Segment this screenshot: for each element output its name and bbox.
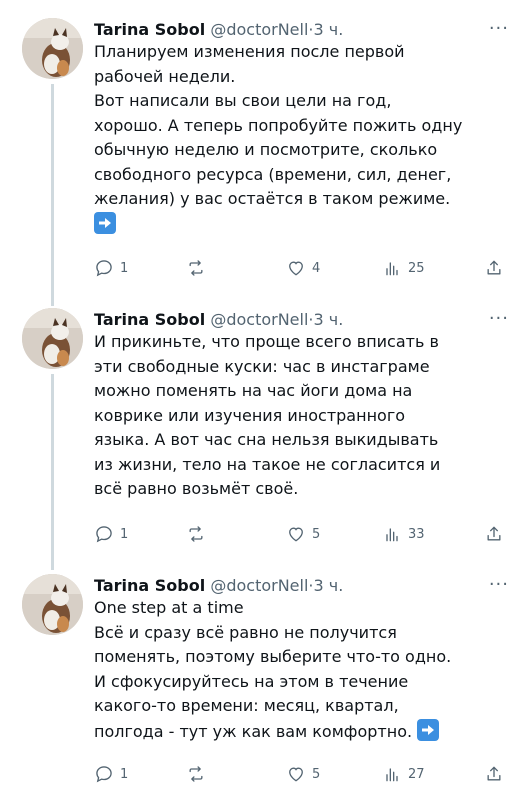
views-chart-icon: [386, 528, 398, 542]
reply-button[interactable]: 1: [94, 256, 128, 280]
share-icon: [487, 766, 501, 781]
text-line: [94, 211, 514, 238]
reply-icon: [96, 260, 112, 277]
retweet-button[interactable]: [186, 762, 212, 786]
text-line: можно поменять на час йоги дома на: [94, 381, 413, 400]
heart-icon: [289, 527, 303, 542]
text-line: хорошо. А теперь попробуйте пожить одну: [94, 115, 463, 135]
tweet-header: Tarina Sobol @doctorNell·3 ч.: [94, 574, 343, 598]
share-icon: [487, 526, 501, 541]
like-count: 5: [312, 766, 321, 782]
reply-button[interactable]: 1: [94, 522, 128, 546]
author-handle[interactable]: @doctorNell: [210, 310, 308, 329]
share-icon: [487, 260, 501, 275]
views-button[interactable]: 27: [382, 762, 425, 786]
views-chart-icon: [386, 768, 398, 782]
thread-feed: Tarina Sobol @doctorNell·3 ч. ··· Планир…: [0, 0, 531, 800]
retweet-icon: [189, 766, 203, 782]
text-line: поменять, поэтому выберите что-то одно.: [94, 647, 452, 666]
views-count: 27: [408, 766, 425, 782]
share-button[interactable]: [484, 256, 504, 280]
heart-icon: [289, 767, 303, 782]
text-line: обычную неделю и посмотрите, сколько: [94, 140, 438, 159]
more-options-button[interactable]: ···: [489, 576, 509, 594]
action-bar: 1 5 33: [94, 522, 508, 546]
views-chart-icon: [386, 262, 398, 276]
text-line: Планируем изменения после первой: [94, 42, 405, 61]
text-line: из жизни, тело на такое не согласится и: [94, 454, 441, 474]
right-arrow-emoji: [94, 211, 116, 234]
retweet-icon: [189, 260, 203, 276]
retweet-button[interactable]: [186, 522, 212, 546]
like-button[interactable]: 4: [286, 256, 320, 280]
text-line-content: полгода - тут уж как вам комфортно.: [94, 721, 413, 741]
views-count: 33: [408, 526, 425, 542]
tweet-text: One step at a time Всё и сразу всё равно…: [94, 596, 514, 744]
avatar[interactable]: [22, 308, 83, 369]
text-line: One step at a time: [94, 598, 244, 617]
retweet-button[interactable]: [186, 256, 212, 280]
like-count: 5: [312, 526, 321, 542]
avatar[interactable]: [22, 18, 83, 79]
text-line: какого-то времени: месяц, квартал,: [94, 696, 399, 715]
more-options-button[interactable]: ···: [489, 310, 509, 328]
share-button[interactable]: [484, 762, 504, 786]
text-line: И прикиньте, что проще всего вписать в: [94, 332, 439, 351]
reply-count: 1: [120, 526, 129, 542]
reply-icon: [96, 526, 112, 543]
text-line: свободного ресурса (времени, сил, денег,: [94, 164, 452, 184]
text-line: эти свободные куски: час в инстаграме: [94, 356, 430, 376]
right-arrow-emoji: [417, 718, 440, 741]
author-name[interactable]: Tarina Sobol: [94, 310, 205, 329]
author-name[interactable]: Tarina Sobol: [94, 576, 205, 595]
timestamp[interactable]: 3 ч.: [314, 20, 344, 39]
tweet-header: Tarina Sobol @doctorNell·3 ч.: [94, 18, 343, 42]
tweet[interactable]: Tarina Sobol @doctorNell·3 ч. ··· И прик…: [0, 308, 531, 560]
timestamp[interactable]: 3 ч.: [314, 576, 344, 595]
like-button[interactable]: 5: [286, 762, 320, 786]
retweet-icon: [189, 526, 203, 542]
text-line: всё равно возьмёт своё.: [94, 479, 299, 498]
reply-button[interactable]: 1: [94, 762, 128, 786]
tweet[interactable]: Tarina Sobol @doctorNell·3 ч. ··· Планир…: [0, 18, 531, 298]
cat-photo-icon: [22, 574, 83, 635]
tweet-text: Планируем изменения после первой рабочей…: [94, 40, 514, 237]
action-bar: 1 4 25: [94, 256, 508, 280]
text-line: желания) у вас остаётся в таком режиме.: [94, 189, 451, 208]
reply-count: 1: [120, 260, 129, 276]
cat-photo-icon: [22, 18, 83, 79]
text-line: языка. А вот час сна нельзя выкидывать: [94, 430, 439, 449]
tweet-header: Tarina Sobol @doctorNell·3 ч.: [94, 308, 343, 332]
reply-icon: [96, 766, 112, 783]
text-line: Всё и сразу всё равно не получится: [94, 622, 397, 642]
avatar[interactable]: [22, 574, 83, 635]
timestamp[interactable]: 3 ч.: [314, 310, 344, 329]
views-button[interactable]: 33: [382, 522, 425, 546]
author-handle[interactable]: @doctorNell: [210, 576, 308, 595]
text-line: И сфокусируйтесь на этом в течение: [94, 671, 409, 691]
action-bar: 1 5 27: [94, 762, 508, 786]
views-button[interactable]: 25: [382, 256, 425, 280]
views-count: 25: [408, 260, 425, 276]
text-line: полгода - тут уж как вам комфортно.: [94, 718, 514, 745]
text-line: рабочей недели.: [94, 66, 236, 86]
tweet[interactable]: Tarina Sobol @doctorNell·3 ч. ··· One st…: [0, 574, 531, 800]
tweet-text: И прикиньте, что проще всего вписать в э…: [94, 330, 514, 502]
share-button[interactable]: [484, 522, 504, 546]
reply-count: 1: [120, 766, 129, 782]
cat-photo-icon: [22, 308, 83, 369]
like-count: 4: [312, 260, 321, 276]
author-name[interactable]: Tarina Sobol: [94, 20, 205, 39]
text-line: Вот написали вы свои цели на год,: [94, 91, 392, 110]
author-handle[interactable]: @doctorNell: [210, 20, 308, 39]
text-line: коврике или изучения иностранного: [94, 405, 406, 425]
heart-icon: [289, 261, 303, 276]
more-options-button[interactable]: ···: [489, 20, 509, 38]
like-button[interactable]: 5: [286, 522, 320, 546]
